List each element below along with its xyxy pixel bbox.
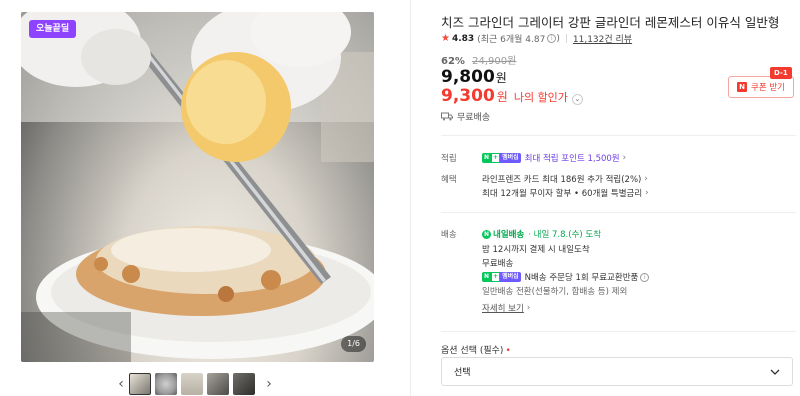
sale-price: 9,800 — [441, 67, 495, 87]
option-select[interactable]: 선택 — [441, 357, 793, 386]
thumbnail-item[interactable] — [181, 372, 203, 395]
thumbnail-item[interactable] — [129, 372, 151, 395]
product-title: 치즈 그라인더 그레이터 강판 글라인더 레몬제스터 이유식 일반형 — [441, 15, 780, 30]
exchange-text: N배송 주문당 1회 무료교환반품 — [524, 273, 639, 283]
review-count-link[interactable]: 11,132건 리뷰 — [573, 32, 632, 45]
thumbnail-prev-icon[interactable]: ‹ — [113, 373, 129, 395]
see-more-link[interactable]: 자세히 보기 › — [482, 302, 530, 314]
naver-n-icon: N — [737, 82, 747, 92]
rating-recent: (최근 6개월 4.87 — [477, 35, 546, 45]
thumbnail-item[interactable] — [155, 372, 177, 395]
product-gallery: 오늘끝딜 1/6 ‹ › — [0, 0, 410, 396]
points-text: 최대 적립 포인트 1,500원 — [524, 154, 620, 164]
chevron-down-icon[interactable]: ⌄ — [571, 94, 583, 105]
coupon-button[interactable]: N 쿠폰 받기 — [728, 76, 794, 98]
delivery-label: 배송 — [441, 230, 457, 240]
shipping-short-text: 무료배송 — [457, 113, 491, 123]
divider — [441, 135, 796, 136]
divider — [441, 331, 796, 332]
coupon-label: 쿠폰 받기 — [751, 83, 785, 93]
price-row: 9,800원 — [441, 67, 507, 87]
truck-icon — [441, 112, 453, 121]
benefit-line2-text: 최대 12개월 무이자 할부 • 60개월 특별금리 — [482, 189, 643, 199]
tomorrow-delivery-badge: N 내일배송 — [482, 229, 525, 240]
shipping-short: 무료배송 — [441, 110, 490, 123]
delivery-date: · 내일 7.8.(수) 도착 — [528, 230, 602, 240]
product-main-image[interactable]: 오늘끝딜 1/6 — [21, 12, 374, 362]
chevron-right-icon: › — [526, 303, 531, 313]
coupon-dday-tag: D-1 — [770, 67, 792, 79]
image-page-indicator: 1/6 — [341, 336, 366, 352]
option-select-value: 선택 — [454, 368, 471, 378]
rating-row: ★ 4.83 (최근 6개월 4.87 i ) | 11,132건 리뷰 — [441, 32, 632, 45]
discount-rate: 62% — [441, 56, 465, 67]
divider — [441, 212, 796, 213]
points-row[interactable]: N + 멤버십 최대 적립 포인트 1,500원 › — [482, 152, 626, 164]
info-icon[interactable]: i — [640, 272, 650, 282]
thumbnail-item[interactable] — [233, 372, 255, 395]
rating-recent-close: ) — [556, 33, 560, 44]
thumbnail-next-icon[interactable]: › — [261, 373, 277, 395]
separator: | — [564, 33, 568, 44]
benefit-label: 혜택 — [441, 175, 457, 185]
benefit-line1[interactable]: 라인프렌즈 카드 최대 186원 추가 적립(2%) › — [482, 173, 648, 185]
thumbnail-item[interactable] — [207, 372, 229, 395]
delivery-cutoff: 밤 12시까지 결제 시 내일도착 — [482, 245, 590, 255]
delivery-row: N 내일배송 · 내일 7.8.(수) 도착 — [482, 228, 601, 240]
chevron-right-icon: › — [645, 188, 649, 198]
n-delivery-icon: N — [482, 229, 491, 239]
exchange-row: N + 멤버십 N배송 주문당 1회 무료교환반품 i — [482, 271, 650, 283]
rating-value: 4.83 — [451, 33, 475, 44]
grating-cheese-illustration — [21, 12, 374, 362]
my-sale-unit: 원 — [496, 90, 508, 104]
chevron-right-icon: › — [622, 153, 627, 163]
thumbnail-strip: ‹ › — [113, 371, 277, 396]
vertical-divider — [410, 0, 411, 396]
price-unit: 원 — [495, 71, 507, 85]
today-deal-badge: 오늘끝딜 — [29, 20, 77, 38]
see-more-text: 자세히 보기 — [482, 304, 524, 314]
benefit-line1-text: 라인프렌즈 카드 최대 186원 추가 적립(2%) — [482, 175, 642, 185]
npay-membership-badge: N + 멤버십 — [482, 272, 521, 282]
benefit-line2[interactable]: 최대 12개월 무이자 할부 • 60개월 특별금리 › — [482, 187, 649, 199]
delivery-free: 무료배송 — [482, 259, 514, 269]
exchange-note: 일반배송 전환(선물하기, 합배송 등) 제외 — [482, 287, 628, 297]
my-sale-row: 9,300 원 나의 할인가 ⌄ — [441, 86, 583, 106]
option-label: 옵션 선택 (필수) • — [441, 343, 511, 356]
option-label-text: 옵션 선택 (필수) — [441, 346, 504, 356]
product-info-panel: 치즈 그라인더 그레이터 강판 글라인더 레몬제스터 이유식 일반형 ★ 4.8… — [441, 0, 796, 396]
npay-membership-badge: N + 멤버십 — [482, 153, 521, 163]
points-label: 적립 — [441, 154, 457, 164]
star-icon: ★ — [441, 33, 450, 44]
original-price: 24,900원 — [472, 56, 517, 67]
my-sale-label: 나의 할인가 — [513, 91, 568, 104]
chevron-down-icon — [770, 369, 780, 375]
required-mark: • — [505, 346, 511, 356]
discount-row: 62% 24,900원 — [441, 52, 516, 67]
info-icon[interactable]: i — [547, 34, 557, 43]
my-sale-price: 9,300 — [441, 86, 495, 106]
chevron-right-icon: › — [644, 174, 648, 184]
